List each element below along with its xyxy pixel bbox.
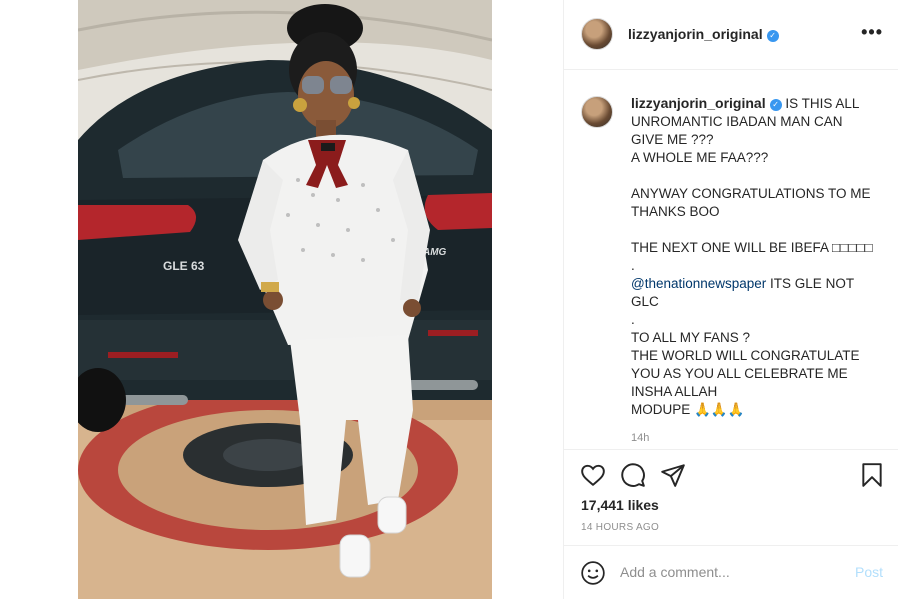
- caption-avatar[interactable]: [581, 96, 613, 128]
- author-username[interactable]: lizzyanjorin_original ✓: [628, 26, 779, 42]
- caption-line: TO ALL MY FANS ?: [631, 330, 751, 345]
- caption-line: MODUPE 🙏🙏🙏: [631, 402, 745, 417]
- photo-illustration: GLE 63 AMG: [78, 0, 492, 599]
- caption-timestamp[interactable]: 14h: [631, 432, 649, 444]
- likes-count[interactable]: 17,441 likes: [581, 497, 659, 513]
- verified-badge-icon: ✓: [766, 30, 779, 42]
- comment-input[interactable]: [620, 562, 840, 582]
- caption-username[interactable]: lizzyanjorin_original: [631, 95, 766, 111]
- caption-line: ANYWAY CONGRATULATIONS TO ME THANKS BOO: [631, 186, 871, 219]
- photo-area: GLE 63 AMG: [0, 0, 563, 599]
- posted-time[interactable]: 14 HOURS AGO: [581, 522, 659, 533]
- caption-line: THE NEXT ONE WILL BE IBEFA □□□□□: [631, 240, 873, 255]
- caption-line: THE WORLD WILL CONGRATULATE YOU AS YOU A…: [631, 348, 860, 399]
- comment-icon[interactable]: [620, 462, 646, 493]
- caption-line: A WHOLE ME FAA???: [631, 150, 769, 165]
- heart-icon[interactable]: [580, 462, 606, 493]
- action-bar: [564, 450, 898, 500]
- avatar[interactable]: [581, 18, 613, 50]
- car-plate-text: GLE 63: [163, 259, 205, 273]
- mention-link[interactable]: @thenationnewspaper: [631, 276, 766, 291]
- caption-dot: .: [631, 312, 635, 327]
- caption-area: lizzyanjorin_original ✓ IS THIS ALL UNROM…: [564, 70, 898, 450]
- share-icon[interactable]: [660, 462, 686, 493]
- post-photo[interactable]: GLE 63 AMG: [78, 0, 492, 599]
- author-username-text[interactable]: lizzyanjorin_original: [628, 26, 763, 42]
- post-comment-button[interactable]: Post: [855, 564, 883, 580]
- bookmark-icon[interactable]: [860, 462, 884, 493]
- emoji-icon[interactable]: [580, 560, 606, 591]
- post-side-panel: lizzyanjorin_original ✓ ••• lizzyanjorin_…: [563, 0, 898, 599]
- comment-bar: Post: [564, 545, 898, 599]
- caption-dot: .: [631, 258, 635, 273]
- more-options-icon[interactable]: •••: [861, 22, 883, 43]
- caption-verified-badge-icon: ✓: [769, 99, 782, 111]
- post-header: lizzyanjorin_original ✓ •••: [564, 0, 898, 70]
- caption-text: lizzyanjorin_original ✓ IS THIS ALL UNROM…: [631, 94, 876, 419]
